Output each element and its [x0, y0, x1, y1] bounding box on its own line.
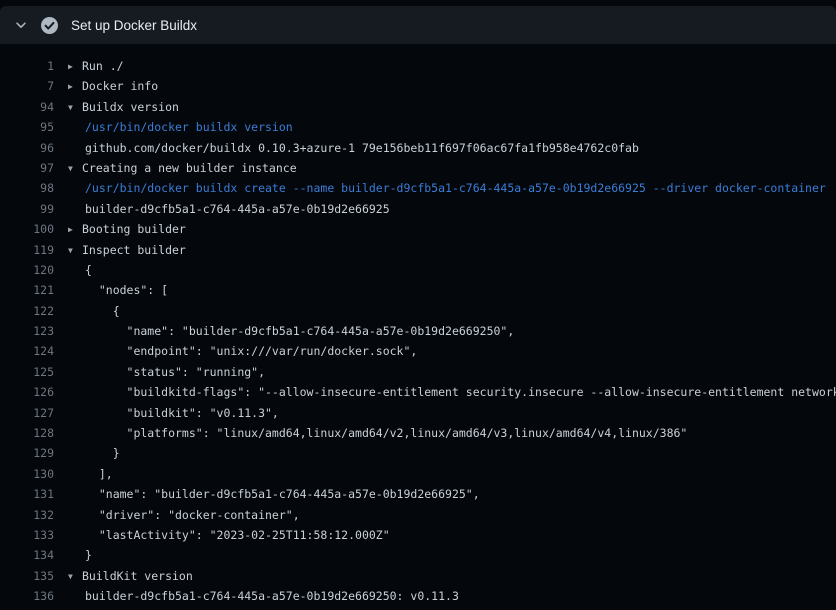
log-output-text: "name": "builder-d9cfb5a1-c764-445a-a57e…: [54, 484, 836, 504]
line-number-link[interactable]: 126: [0, 382, 54, 402]
log-output-text: "name": "builder-d9cfb5a1-c764-445a-a57e…: [54, 321, 836, 341]
log-group-label: Booting builder: [82, 222, 186, 236]
line-number-link[interactable]: 120: [0, 260, 54, 280]
chevron-down-icon[interactable]: [14, 18, 28, 32]
step-title: Set up Docker Buildx: [71, 18, 197, 33]
log-body: 1▶Run ./7▶Docker info94▼Buildx version95…: [0, 44, 836, 607]
log-output-text: }: [54, 545, 836, 565]
log-output-text: "platforms": "linux/amd64,linux/amd64/v2…: [54, 423, 836, 443]
log-line: 125 "status": "running",: [0, 362, 836, 382]
log-line: 123 "name": "builder-d9cfb5a1-c764-445a-…: [0, 321, 836, 341]
line-number-link[interactable]: 100: [0, 219, 54, 239]
line-number-link[interactable]: 98: [0, 178, 54, 198]
line-number-link[interactable]: 136: [0, 586, 54, 606]
log-group-toggle-row[interactable]: 94 ▼Buildx version: [0, 97, 836, 117]
log-output-text: "status": "running",: [54, 362, 836, 382]
log-line: 133 "lastActivity": "2023-02-25T11:58:12…: [0, 525, 836, 545]
log-line: 120{: [0, 260, 836, 280]
line-number-link[interactable]: 135: [0, 566, 54, 586]
log-line: 131 "name": "builder-d9cfb5a1-c764-445a-…: [0, 484, 836, 504]
log-command-text: /usr/bin/docker buildx version: [54, 117, 836, 137]
line-number-link[interactable]: 121: [0, 280, 54, 300]
log-line: 96github.com/docker/buildx 0.10.3+azure-…: [0, 138, 836, 158]
log-output-text: {: [54, 260, 836, 280]
check-circle-icon: [41, 17, 58, 34]
line-number-link[interactable]: 128: [0, 423, 54, 443]
log-line: 98/usr/bin/docker buildx create --name b…: [0, 178, 836, 198]
line-number-link[interactable]: 124: [0, 341, 54, 361]
collapse-group-icon[interactable]: ▼: [68, 98, 82, 117]
log-group-toggle-row[interactable]: 97 ▼Creating a new builder instance: [0, 158, 836, 178]
expand-group-icon[interactable]: ▶: [68, 57, 82, 76]
line-number-link[interactable]: 94: [0, 97, 54, 117]
log-group-label: Inspect builder: [82, 243, 186, 257]
log-line: 95/usr/bin/docker buildx version: [0, 117, 836, 137]
log-group-toggle-row[interactable]: 119 ▼Inspect builder: [0, 240, 836, 260]
line-number-link[interactable]: 127: [0, 403, 54, 423]
log-line: 128 "platforms": "linux/amd64,linux/amd6…: [0, 423, 836, 443]
line-number-link[interactable]: 132: [0, 505, 54, 525]
log-group-label: Docker info: [82, 79, 158, 93]
line-number-link[interactable]: 122: [0, 301, 54, 321]
log-line: 130 ],: [0, 464, 836, 484]
line-number-link[interactable]: 7: [0, 76, 54, 96]
line-number-link[interactable]: 134: [0, 545, 54, 565]
log-line: 99builder-d9cfb5a1-c764-445a-a57e-0b19d2…: [0, 199, 836, 219]
expand-group-icon[interactable]: ▶: [68, 220, 82, 239]
log-group-toggle-row[interactable]: 100 ▶Booting builder: [0, 219, 836, 239]
log-output-text: "lastActivity": "2023-02-25T11:58:12.000…: [54, 525, 836, 545]
step-header[interactable]: Set up Docker Buildx: [0, 6, 836, 44]
log-output-text: ],: [54, 464, 836, 484]
log-output-text: {: [54, 301, 836, 321]
log-output-text: "nodes": [: [54, 280, 836, 300]
log-group-label: Run ./: [82, 59, 124, 73]
log-group-toggle-row[interactable]: 135 ▼BuildKit version: [0, 566, 836, 586]
line-number-link[interactable]: 96: [0, 138, 54, 158]
collapse-group-icon[interactable]: ▼: [68, 567, 82, 586]
line-number-link[interactable]: 1: [0, 56, 54, 76]
line-number-link[interactable]: 123: [0, 321, 54, 341]
line-number-link[interactable]: 99: [0, 199, 54, 219]
log-output-text: builder-d9cfb5a1-c764-445a-a57e-0b19d2e6…: [54, 199, 836, 219]
log-output-text: "buildkitd-flags": "--allow-insecure-ent…: [54, 382, 836, 402]
log-line: 127 "buildkit": "v0.11.3",: [0, 403, 836, 423]
collapse-group-icon[interactable]: ▼: [68, 241, 82, 260]
log-command-text: /usr/bin/docker buildx create --name bui…: [54, 178, 836, 198]
collapse-group-icon[interactable]: ▼: [68, 159, 82, 178]
line-number-link[interactable]: 97: [0, 158, 54, 178]
expand-group-icon[interactable]: ▶: [68, 77, 82, 96]
log-output-text: github.com/docker/buildx 0.10.3+azure-1 …: [54, 138, 836, 158]
line-number-link[interactable]: 125: [0, 362, 54, 382]
log-output-text: "buildkit": "v0.11.3",: [54, 403, 836, 423]
line-number-link[interactable]: 129: [0, 443, 54, 463]
log-line: 129 }: [0, 443, 836, 463]
log-line: 122 {: [0, 301, 836, 321]
line-number-link[interactable]: 119: [0, 240, 54, 260]
log-output-text: }: [54, 443, 836, 463]
log-group-label: BuildKit version: [82, 569, 193, 583]
log-group-label: Buildx version: [82, 100, 179, 114]
log-line: 126 "buildkitd-flags": "--allow-insecure…: [0, 382, 836, 402]
log-line: 136builder-d9cfb5a1-c764-445a-a57e-0b19d…: [0, 586, 836, 606]
log-output-text: "driver": "docker-container",: [54, 505, 836, 525]
line-number-link[interactable]: 130: [0, 464, 54, 484]
log-group-toggle-row[interactable]: 7 ▶Docker info: [0, 76, 836, 96]
line-number-link[interactable]: 131: [0, 484, 54, 504]
log-output-text: "endpoint": "unix:///var/run/docker.sock…: [54, 341, 836, 361]
log-line: 124 "endpoint": "unix:///var/run/docker.…: [0, 341, 836, 361]
line-number-link[interactable]: 133: [0, 525, 54, 545]
log-line: 121 "nodes": [: [0, 280, 836, 300]
step-log-panel: Set up Docker Buildx 1▶Run ./7▶Docker in…: [0, 6, 836, 607]
log-group-label: Creating a new builder instance: [82, 161, 297, 175]
log-output-text: builder-d9cfb5a1-c764-445a-a57e-0b19d2e6…: [54, 586, 836, 606]
log-group-toggle-row[interactable]: 1 ▶Run ./: [0, 56, 836, 76]
log-line: 132 "driver": "docker-container",: [0, 505, 836, 525]
line-number-link[interactable]: 95: [0, 117, 54, 137]
log-line: 134}: [0, 545, 836, 565]
